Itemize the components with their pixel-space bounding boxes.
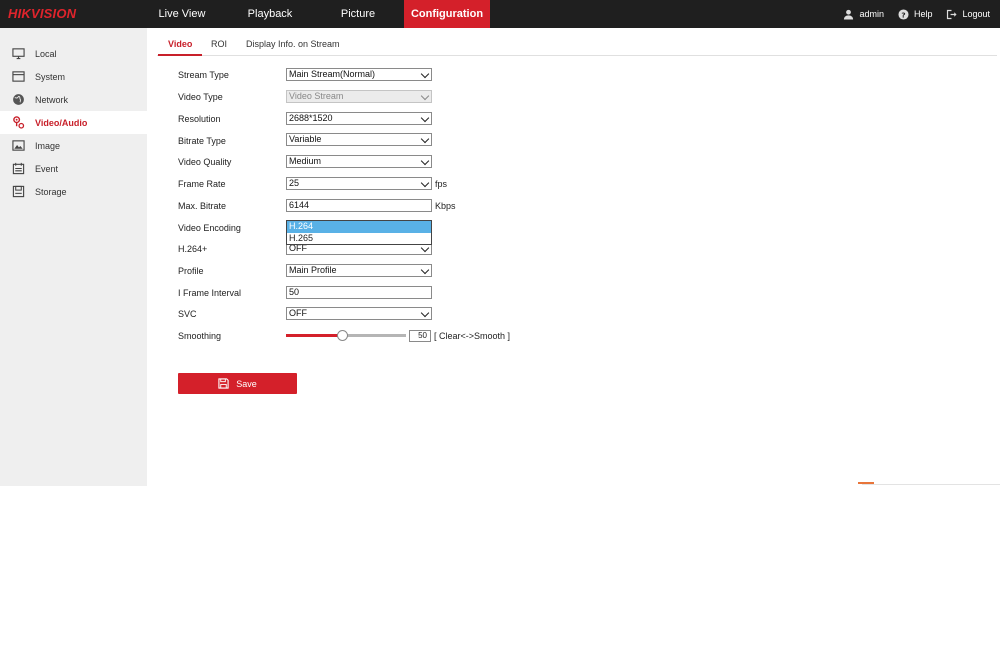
help-link[interactable]: ? Help — [898, 8, 933, 20]
sidebar-item-network[interactable]: Network — [0, 88, 147, 111]
hikvision-logo: HIKVISION — [8, 6, 77, 21]
nav-configuration[interactable]: Configuration — [404, 0, 490, 28]
video-type-select: Video Stream — [286, 90, 432, 103]
help-label: Help — [913, 9, 933, 19]
tab-bar: Video ROI Display Info. on Stream — [157, 36, 997, 56]
smoothing-slider[interactable] — [286, 330, 406, 341]
frame-rate-label: Frame Rate — [178, 179, 226, 189]
smoothing-value-input[interactable]: 50 — [409, 330, 431, 342]
resolution-select[interactable]: 2688*1520 — [286, 112, 432, 125]
tab-video[interactable]: Video — [157, 39, 203, 56]
resolution-label: Resolution — [178, 114, 221, 124]
video-settings-panel: Video ROI Display Info. on Stream Stream… — [147, 28, 1000, 486]
tab-display-info[interactable]: Display Info. on Stream — [246, 39, 340, 49]
frame-rate-select[interactable]: 25 — [286, 177, 432, 190]
image-icon — [12, 140, 25, 151]
max-bitrate-input[interactable]: 6144 — [286, 199, 432, 212]
bitrate-type-select[interactable]: Variable — [286, 133, 432, 146]
frame-rate-unit: fps — [435, 179, 448, 189]
sidebar-item-storage[interactable]: Storage — [0, 180, 147, 203]
svc-label: SVC — [178, 309, 197, 319]
top-bar: HIKVISION Live View Playback Picture Con… — [0, 0, 1000, 28]
svg-text:?: ? — [901, 10, 905, 19]
sidebar-item-system[interactable]: System — [0, 65, 147, 88]
sidebar-item-label: Network — [35, 94, 69, 105]
nav-playback[interactable]: Playback — [235, 0, 305, 28]
floppy-disk-icon — [218, 378, 229, 389]
sidebar-item-label: Event — [35, 163, 59, 174]
calendar-icon — [12, 162, 25, 175]
video-quality-select[interactable]: Medium — [286, 155, 432, 168]
stream-type-label: Stream Type — [178, 70, 229, 80]
smoothing-label: Smoothing — [178, 331, 222, 341]
help-icon: ? — [898, 8, 909, 20]
max-bitrate-label: Max. Bitrate — [178, 201, 227, 211]
sidebar-item-label: Storage — [35, 186, 67, 197]
video-encoding-dropdown[interactable]: H.264 H.265 — [286, 220, 432, 245]
user-icon — [844, 9, 854, 20]
sidebar-item-video-audio[interactable]: Video/Audio — [0, 111, 147, 134]
h264plus-label: H.264+ — [178, 244, 208, 254]
sidebar-item-label: Image — [35, 140, 61, 151]
sidebar-item-label: Local — [35, 48, 57, 59]
bitrate-type-label: Bitrate Type — [178, 136, 226, 146]
video-encoding-option-h264[interactable]: H.264 — [287, 221, 431, 233]
monitor-icon — [12, 48, 25, 60]
sidebar-item-label: System — [35, 71, 66, 82]
video-encoding-label: Video Encoding — [178, 223, 241, 233]
save-button-label: Save — [236, 378, 257, 389]
nav-live-view[interactable]: Live View — [147, 0, 217, 28]
logout-label: Logout — [962, 9, 990, 19]
i-frame-interval-label: I Frame Interval — [178, 288, 242, 298]
video-type-label: Video Type — [178, 92, 223, 102]
globe-icon — [13, 94, 24, 105]
i-frame-interval-input[interactable]: 50 — [286, 286, 432, 299]
app-window: HIKVISION Live View Playback Picture Con… — [0, 0, 1000, 652]
logout-icon — [947, 9, 958, 19]
profile-label: Profile — [178, 266, 204, 276]
bottom-divider — [862, 484, 1000, 485]
sidebar-item-image[interactable]: Image — [0, 134, 147, 157]
video-encoding-option-h265[interactable]: H.265 — [287, 233, 431, 245]
nav-picture[interactable]: Picture — [323, 0, 393, 28]
logout-link[interactable]: Logout — [946, 9, 990, 20]
sidebar-item-label: Video/Audio — [35, 117, 88, 128]
smoothing-slider-thumb[interactable] — [337, 330, 348, 341]
video-audio-icon — [13, 116, 25, 129]
profile-select[interactable]: Main Profile — [286, 264, 432, 277]
top-right-menu: admin ? Help Logout — [829, 0, 990, 28]
sidebar-item-event[interactable]: Event — [0, 157, 147, 180]
username-label: admin — [859, 9, 884, 19]
sidebar: Local System Network Video/Audio Image E… — [0, 28, 147, 486]
smoothing-slider-fill — [286, 334, 343, 337]
bottom-accent-mark — [858, 482, 874, 484]
system-icon — [12, 71, 25, 82]
stream-type-select[interactable]: Main Stream(Normal) — [286, 68, 432, 81]
max-bitrate-unit: Kbps — [435, 201, 456, 211]
user-menu[interactable]: admin — [843, 9, 884, 20]
tab-roi[interactable]: ROI — [211, 39, 227, 49]
smoothing-hint: [ Clear<->Smooth ] — [434, 331, 511, 341]
video-quality-label: Video Quality — [178, 157, 232, 167]
save-button[interactable]: Save — [178, 373, 297, 394]
svc-select[interactable]: OFF — [286, 307, 432, 320]
sidebar-item-local[interactable]: Local — [0, 42, 147, 65]
storage-icon — [12, 185, 25, 198]
